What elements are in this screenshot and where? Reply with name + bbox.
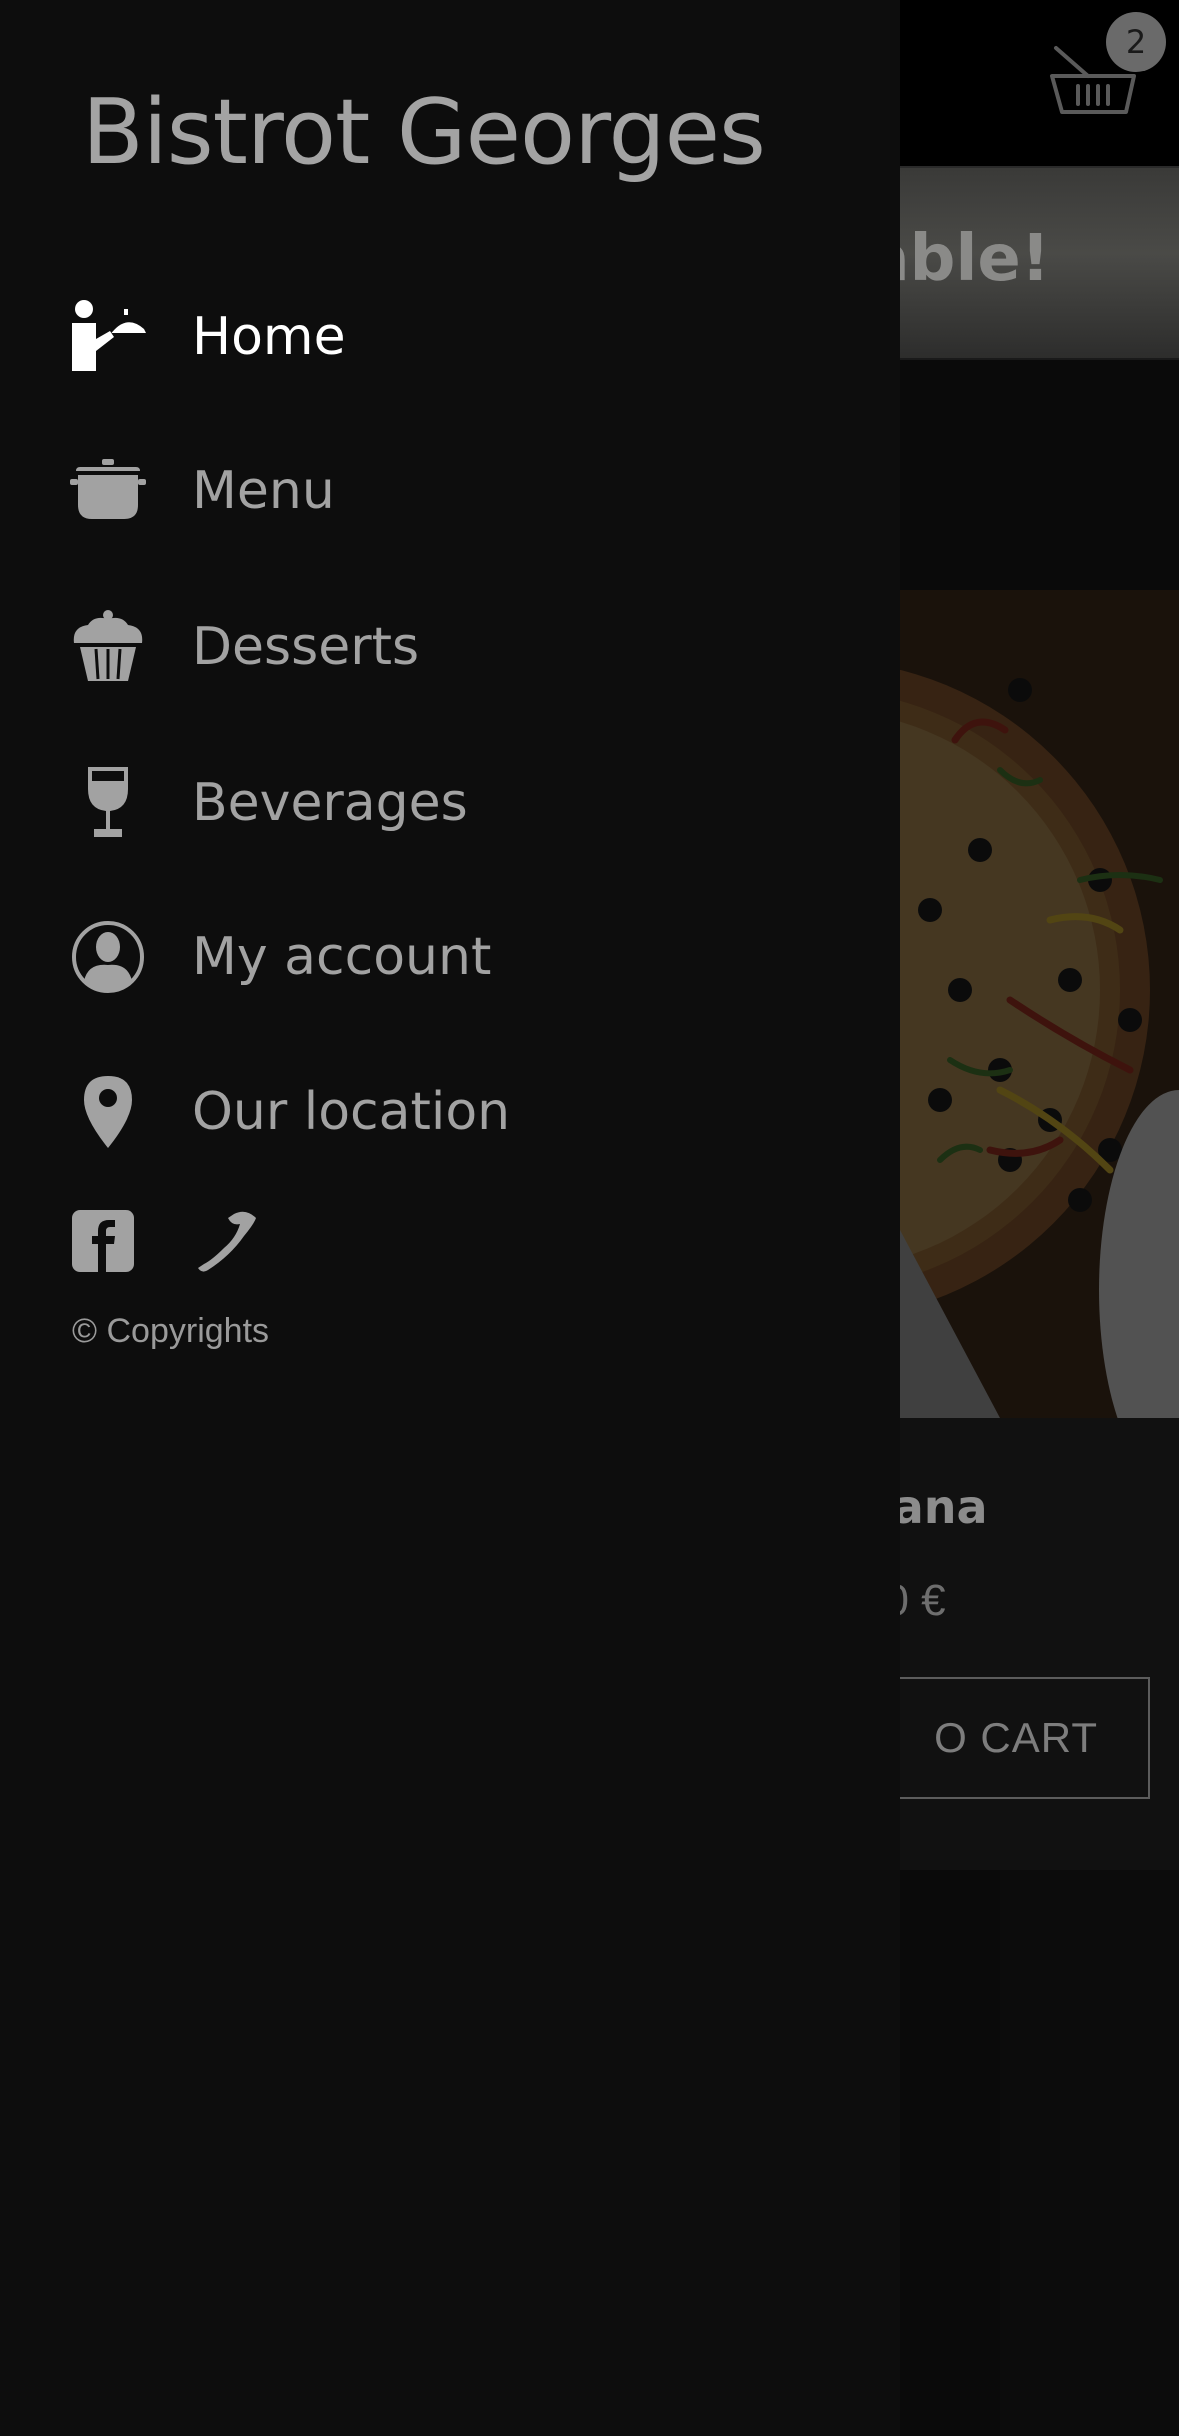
cart-count-badge[interactable]: 2 [1106,12,1166,72]
page-bottom [1000,1870,1179,2436]
navigation-drawer: Bistrot Georges Home Menu Desserts Bever… [0,0,900,2436]
nav-item-desserts[interactable]: Desserts [70,597,830,697]
nav-item-menu[interactable]: Menu [70,441,830,541]
nav-label: Menu [192,461,335,521]
nav-label: Desserts [192,617,420,677]
nav-label: Our location [192,1082,511,1142]
facebook-icon[interactable] [70,1208,136,1274]
nav-label: Home [192,307,346,367]
map-pin-icon [70,1074,146,1150]
social-links [70,1208,260,1274]
nav-item-my-account[interactable]: My account [70,907,830,1007]
pot-icon [70,453,146,529]
brand-title: Bistrot Georges [82,80,766,185]
nav-item-home[interactable]: Home [70,287,830,387]
nav-item-our-location[interactable]: Our location [70,1062,830,1162]
cupcake-icon [70,609,146,685]
user-icon [70,919,146,995]
phone-icon[interactable] [194,1208,260,1274]
nav-item-beverages[interactable]: Beverages [70,753,830,853]
nav-label: My account [192,927,492,987]
copyright-text: © Copyrights [72,1312,270,1350]
wine-glass-icon [70,765,146,841]
waiter-icon [70,299,146,375]
nav-label: Beverages [192,773,468,833]
